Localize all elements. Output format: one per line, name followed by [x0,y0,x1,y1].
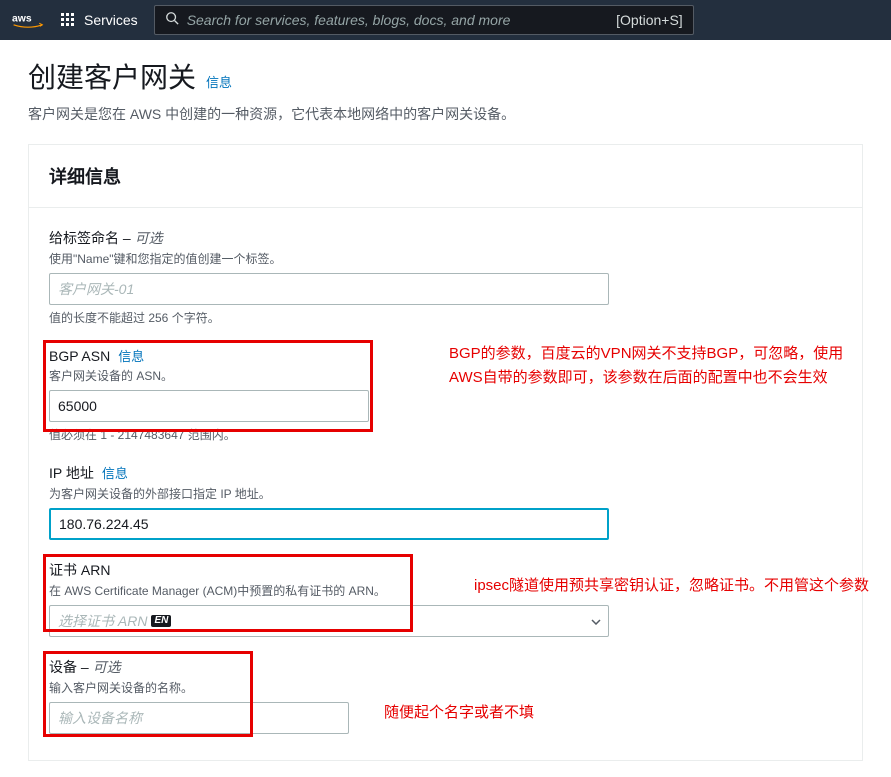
bgp-input[interactable] [49,390,369,422]
name-note: 值的长度不能超过 256 个字符。 [49,309,842,326]
field-cert-arn: 证书 ARN 在 AWS Certificate Manager (ACM)中预… [49,560,842,637]
search-shortcut: [Option+S] [616,12,683,28]
bgp-label: BGP ASN [49,348,110,364]
field-bgp-asn: BGP ASN 信息 客户网关设备的 ASN。 值必须在 1 - 2147483… [49,346,842,443]
bgp-note: 值必须在 1 - 2147483647 范围内。 [49,426,842,443]
top-nav: aws Services [Option+S] [0,0,891,40]
grid-icon [60,12,76,28]
field-ip-address: IP 地址 信息 为客户网关设备的外部接口指定 IP 地址。 [49,463,842,540]
ime-badge: EN [151,615,171,627]
device-input[interactable] [49,702,349,734]
name-label: 给标签命名 – 可选 [49,228,163,248]
device-hint: 输入客户网关设备的名称。 [49,679,842,696]
page-title: 创建客户网关 [28,56,196,96]
ip-hint: 为客户网关设备的外部接口指定 IP 地址。 [49,485,842,502]
ip-label: IP 地址 [49,463,94,483]
page-title-info-link[interactable]: 信息 [206,72,232,91]
field-device: 设备 – 可选 输入客户网关设备的名称。 随便起个名字或者不填 [49,657,842,734]
bgp-info-link[interactable]: 信息 [118,346,144,365]
services-menu[interactable]: Services [60,12,138,28]
panel-title: 详细信息 [49,163,842,189]
svg-text:aws: aws [12,14,32,25]
global-search[interactable]: [Option+S] [154,5,694,35]
search-input[interactable] [187,12,608,28]
bgp-hint: 客户网关设备的 ASN。 [49,367,842,384]
page-content: 创建客户网关 信息 客户网关是您在 AWS 中创建的一种资源，它代表本地网络中的… [0,40,891,777]
cert-hint: 在 AWS Certificate Manager (ACM)中预置的私有证书的… [49,582,842,599]
ip-info-link[interactable]: 信息 [102,463,128,482]
details-panel: 详细信息 给标签命名 – 可选 使用"Name"键和您指定的值创建一个标签。 值… [28,144,863,761]
device-label: 设备 – 可选 [49,657,121,677]
name-hint: 使用"Name"键和您指定的值创建一个标签。 [49,250,842,267]
services-label: Services [84,12,138,28]
cert-label: 证书 ARN [49,560,110,580]
cert-placeholder: 选择证书 ARN [58,611,147,631]
cert-select[interactable]: 选择证书 ARN EN [49,605,609,637]
field-name: 给标签命名 – 可选 使用"Name"键和您指定的值创建一个标签。 值的长度不能… [49,228,842,326]
annotation-text-device: 随便起个名字或者不填 [384,701,534,725]
search-icon [165,11,179,30]
name-input[interactable] [49,273,609,305]
ip-input[interactable] [49,508,609,540]
page-description: 客户网关是您在 AWS 中创建的一种资源，它代表本地网络中的客户网关设备。 [28,104,863,124]
aws-logo[interactable]: aws [12,10,44,30]
